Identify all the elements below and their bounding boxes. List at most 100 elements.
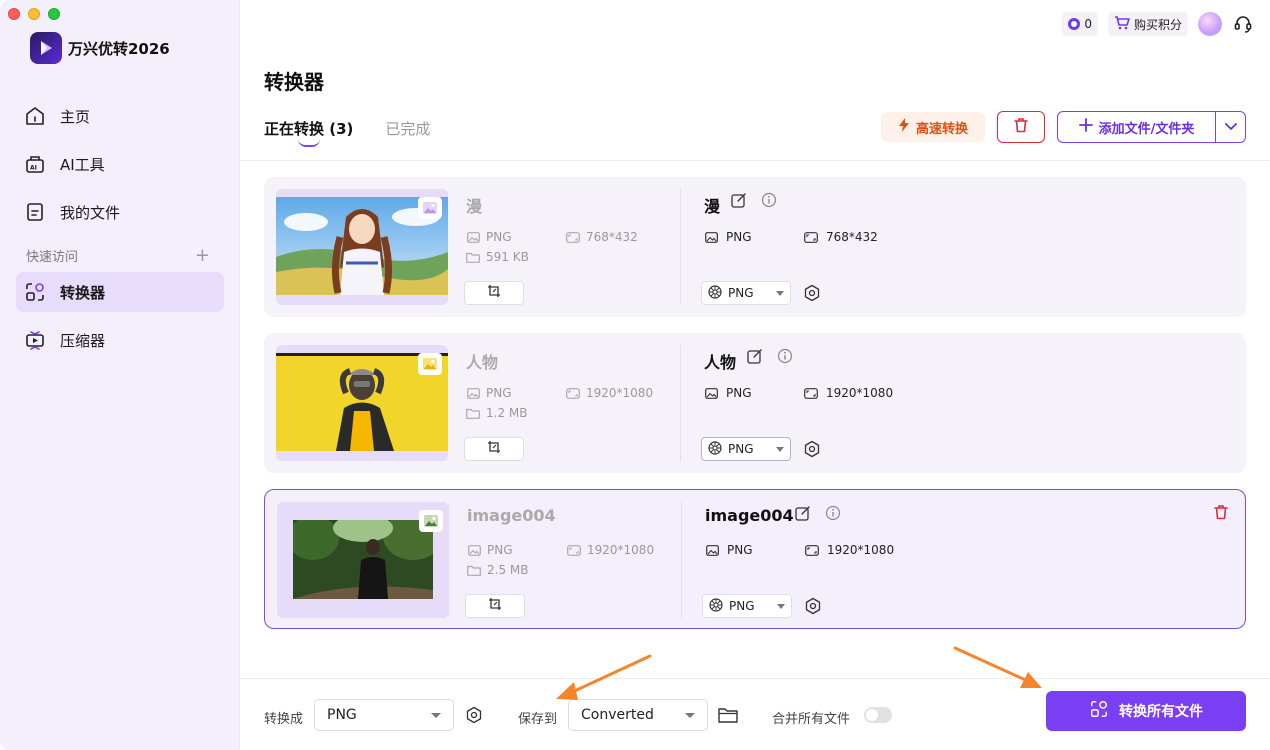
resolution-icon	[567, 543, 581, 557]
output-settings-gear-icon[interactable]	[802, 283, 822, 303]
convert-to-select[interactable]: PNG	[314, 699, 454, 731]
info-icon[interactable]	[825, 505, 841, 525]
merge-files-label: 合并所有文件	[772, 712, 851, 727]
output-resolution-value: 1920*1080	[827, 543, 895, 557]
resolution-icon	[566, 230, 580, 244]
forest-person-thumbnail-image	[293, 520, 433, 599]
rename-edit-icon[interactable]	[731, 192, 747, 212]
output-format: PNG	[704, 386, 752, 400]
target-format-select[interactable]: PNG	[701, 437, 791, 461]
output-resolution: 768*432	[804, 230, 878, 244]
tab-completed[interactable]: 已完成	[385, 118, 430, 139]
quick-access-nav: 转换器 压缩器	[16, 272, 224, 368]
sidebar: 万兴优转2026 主页 AI AI工具 我的文件 快速访问 + 转换器 压缩器	[0, 0, 240, 750]
footer-bar: 转换成 PNG 保存到 Converted 合并所有文件 转换所有文件	[240, 678, 1270, 750]
sidebar-item-home[interactable]: 主页	[16, 96, 224, 136]
source-format: PNG	[467, 543, 513, 557]
source-format-value: PNG	[486, 386, 512, 400]
app-window: 万兴优转2026 主页 AI AI工具 我的文件 快速访问 + 转换器 压缩器 …	[0, 0, 1270, 750]
source-file-name: 人物	[466, 353, 499, 372]
info-icon[interactable]	[761, 192, 777, 212]
convert-all-button[interactable]: 转换所有文件	[1046, 691, 1246, 731]
close-window-button[interactable]	[8, 8, 20, 20]
merge-files-toggle[interactable]	[864, 707, 892, 723]
output-name-tools	[747, 348, 793, 368]
minimize-window-button[interactable]	[28, 8, 40, 20]
file-thumbnail[interactable]	[276, 189, 448, 305]
quick-access-add-button[interactable]: +	[195, 246, 210, 265]
ai-tools-icon: AI	[24, 153, 46, 175]
resolution-icon	[805, 543, 819, 557]
image-format-icon	[704, 230, 718, 244]
sidebar-item-converter[interactable]: 转换器	[16, 272, 224, 312]
delete-file-trash-icon[interactable]	[1211, 502, 1231, 522]
save-to-select[interactable]: Converted	[568, 699, 708, 731]
points-count: 0	[1084, 17, 1092, 31]
chevron-down-icon	[685, 712, 695, 718]
crop-edit-button[interactable]	[464, 437, 524, 461]
crop-icon	[487, 284, 501, 302]
source-resolution: 1920*1080	[566, 386, 653, 400]
user-avatar[interactable]	[1198, 12, 1222, 36]
output-format-value: PNG	[726, 230, 752, 244]
file-card[interactable]: 漫 PNG 768*432 591 KB 漫 PNG 768*432 PNG	[264, 177, 1246, 317]
app-name: 万兴优转2026	[68, 39, 170, 58]
image-format-icon	[704, 386, 718, 400]
resolution-icon	[804, 230, 818, 244]
rename-edit-icon[interactable]	[747, 348, 763, 368]
source-resolution-value: 1920*1080	[586, 386, 654, 400]
file-card[interactable]: 人物 PNG 1920*1080 1.2 MB 人物 PNG 1920*1080…	[264, 333, 1246, 473]
target-format-select[interactable]: PNG	[701, 281, 791, 305]
source-size-value: 2.5 MB	[487, 563, 529, 577]
convert-to-label: 转换成	[264, 712, 304, 727]
source-size-value: 1.2 MB	[486, 406, 528, 420]
source-resolution: 768*432	[566, 230, 638, 244]
fast-convert-label: 高速转换	[915, 121, 968, 137]
source-size: 2.5 MB	[467, 563, 528, 577]
maximize-window-button[interactable]	[48, 8, 60, 20]
source-format: PNG	[466, 386, 512, 400]
lightning-icon	[898, 118, 910, 136]
convert-settings-gear-icon[interactable]	[464, 705, 484, 725]
source-file-name: 漫	[466, 197, 483, 216]
folder-icon	[466, 250, 480, 264]
open-folder-icon[interactable]	[718, 705, 738, 725]
chevron-down-icon	[776, 290, 784, 296]
folder-icon	[466, 406, 480, 420]
resolution-icon	[566, 386, 580, 400]
delete-all-button[interactable]	[997, 111, 1045, 143]
info-icon[interactable]	[777, 348, 793, 368]
output-format: PNG	[704, 230, 752, 244]
rename-edit-icon[interactable]	[795, 505, 811, 525]
crop-edit-button[interactable]	[464, 281, 524, 305]
sidebar-item-ai-tools[interactable]: AI AI工具	[16, 144, 224, 184]
file-card-selected[interactable]: image004 PNG 1920*1080 2.5 MB image004 P…	[264, 489, 1246, 629]
source-format: PNG	[466, 230, 512, 244]
top-bar: 0 购买积分	[1062, 12, 1254, 36]
target-format-select[interactable]: PNG	[702, 594, 792, 618]
source-resolution-value: 1920*1080	[587, 543, 655, 557]
file-thumbnail[interactable]	[277, 502, 449, 618]
sidebar-item-compressor[interactable]: 压缩器	[16, 320, 224, 360]
output-resolution: 1920*1080	[804, 386, 893, 400]
add-files-main[interactable]: 添加文件/文件夹	[1058, 112, 1215, 142]
output-resolution-value: 1920*1080	[826, 386, 894, 400]
output-settings-gear-icon[interactable]	[803, 596, 823, 616]
output-format-value: PNG	[727, 543, 753, 557]
header-divider	[240, 160, 1270, 161]
fast-convert-button[interactable]: 高速转换	[881, 112, 985, 142]
add-files-button[interactable]: 添加文件/文件夹	[1057, 111, 1246, 143]
output-settings-gear-icon[interactable]	[802, 439, 822, 459]
sidebar-item-my-files[interactable]: 我的文件	[16, 192, 224, 232]
support-headset-icon[interactable]	[1232, 13, 1254, 35]
tab-converting[interactable]: 正在转换 (3)	[264, 118, 353, 147]
target-format-value: PNG	[728, 286, 754, 300]
quick-access-header: 快速访问 +	[26, 246, 210, 265]
buy-points-button[interactable]: 购买积分	[1107, 12, 1188, 36]
points-balance[interactable]: 0	[1062, 12, 1098, 36]
buy-points-label: 购买积分	[1133, 17, 1182, 32]
file-thumbnail[interactable]	[276, 345, 448, 461]
crop-edit-button[interactable]	[465, 594, 525, 618]
source-format-value: PNG	[487, 543, 513, 557]
add-files-dropdown[interactable]	[1215, 112, 1245, 142]
